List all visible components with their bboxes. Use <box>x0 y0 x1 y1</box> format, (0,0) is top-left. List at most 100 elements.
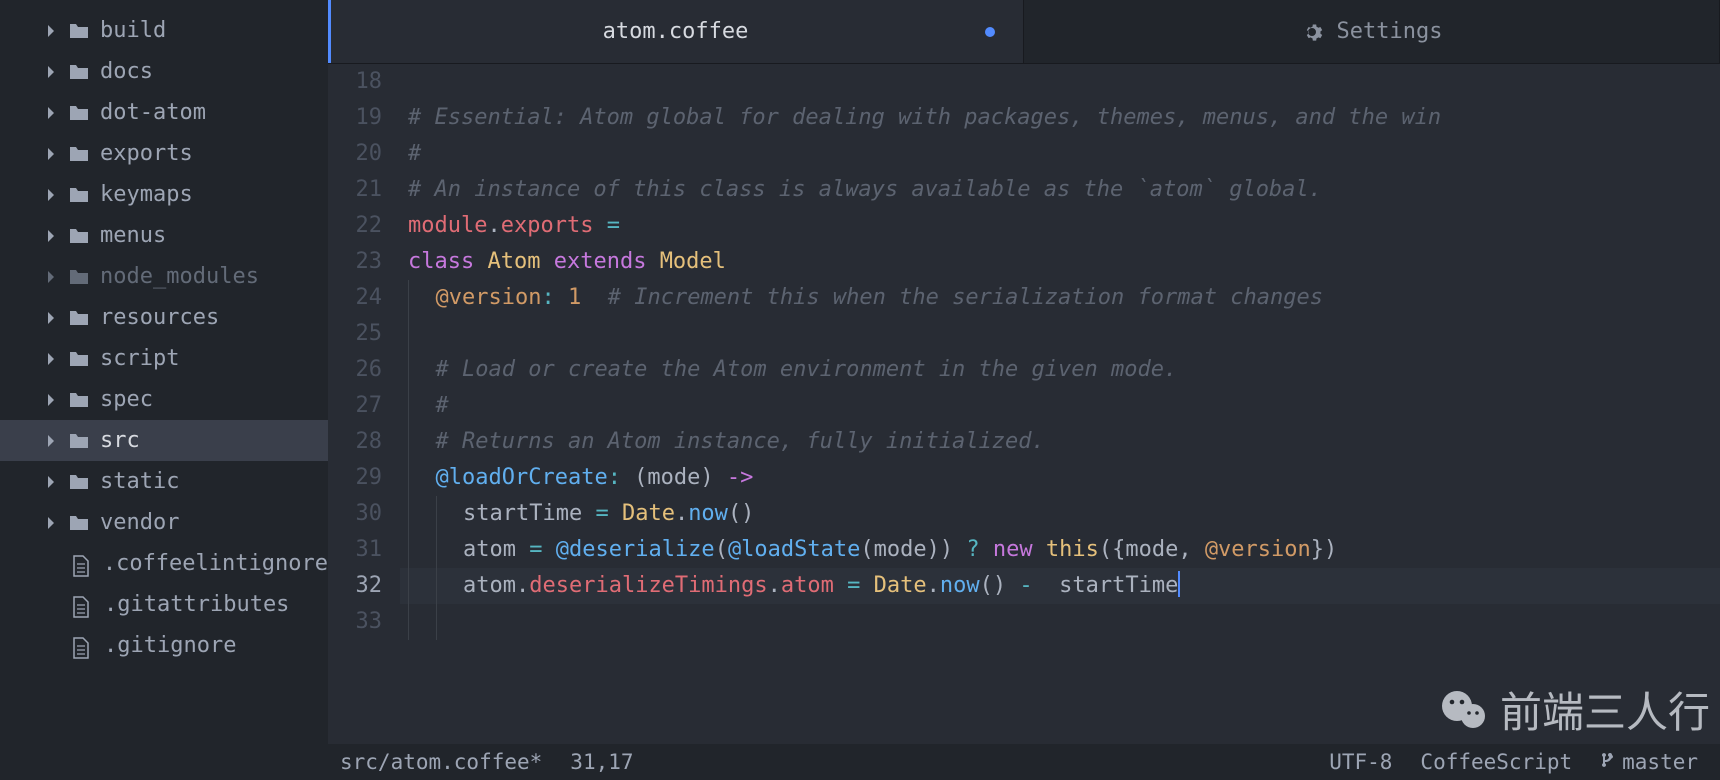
tree-folder[interactable]: build <box>0 10 328 51</box>
line-number: 25 <box>328 316 382 352</box>
tree-item-label: .gitattributes <box>104 592 289 617</box>
line-number: 33 <box>328 604 382 640</box>
tree-folder[interactable]: resources <box>0 297 328 338</box>
folder-icon <box>68 186 90 204</box>
code-line[interactable]: # Returns an Atom instance, fully initia… <box>400 424 1720 460</box>
code-line[interactable]: # <box>400 388 1720 424</box>
tree-item-label: vendor <box>100 510 179 535</box>
tree-item-label: dot-atom <box>100 100 206 125</box>
line-number: 26 <box>328 352 382 388</box>
tree-folder[interactable]: exports <box>0 133 328 174</box>
status-branch[interactable]: master <box>1600 750 1698 774</box>
tree-folder[interactable]: src <box>0 420 328 461</box>
tree-item-label: static <box>100 469 179 494</box>
modified-indicator-icon <box>985 27 995 37</box>
tab[interactable]: Settings <box>1024 0 1720 63</box>
chevron-right-icon <box>46 106 58 120</box>
tree-item-label: spec <box>100 387 153 412</box>
tree-folder[interactable]: spec <box>0 379 328 420</box>
tree-folder[interactable]: vendor <box>0 502 328 543</box>
chevron-right-icon <box>46 434 58 448</box>
code-line[interactable]: atom = @deserialize(@loadState(mode)) ? … <box>400 532 1720 568</box>
tree-item-label: menus <box>100 223 166 248</box>
code-line[interactable]: module.exports = <box>400 208 1720 244</box>
code-line[interactable]: @version: 1 # Increment this when the se… <box>400 280 1720 316</box>
tree-item-label: docs <box>100 59 153 84</box>
git-branch-icon <box>1600 751 1616 769</box>
tree-item-label: script <box>100 346 179 371</box>
code-line[interactable]: class Atom extends Model <box>400 244 1720 280</box>
chevron-right-icon <box>46 311 58 325</box>
code-line[interactable] <box>400 316 1720 352</box>
chevron-right-icon <box>46 65 58 79</box>
tree-item-label: .gitignore <box>104 633 236 658</box>
code-line[interactable]: # Essential: Atom global for dealing wit… <box>400 100 1720 136</box>
tree-folder[interactable]: dot-atom <box>0 92 328 133</box>
tree-item-label: resources <box>100 305 219 330</box>
code-line[interactable]: atom.deserializeTimings.atom = Date.now(… <box>400 568 1720 604</box>
code-line[interactable]: startTime = Date.now() <box>400 496 1720 532</box>
line-number: 20 <box>328 136 382 172</box>
tree-folder[interactable]: script <box>0 338 328 379</box>
folder-icon <box>68 350 90 368</box>
chevron-right-icon <box>46 516 58 530</box>
tree-folder[interactable]: static <box>0 461 328 502</box>
watermark: 前端三人行 <box>1438 679 1710 740</box>
tab-label: Settings <box>1337 19 1443 44</box>
line-number: 30 <box>328 496 382 532</box>
line-number: 19 <box>328 100 382 136</box>
folder-icon <box>68 145 90 163</box>
chevron-right-icon <box>46 24 58 38</box>
tree-folder[interactable]: docs <box>0 51 328 92</box>
editor[interactable]: 18192021222324252627282930313233 # Essen… <box>328 64 1720 744</box>
file-tree[interactable]: build docs dot-atom exportskeymaps menus node… <box>0 0 328 744</box>
cursor <box>1178 571 1180 597</box>
line-number: 23 <box>328 244 382 280</box>
tree-item-label: .coffeelintignore <box>103 551 328 576</box>
folder-icon <box>68 432 90 450</box>
folder-icon <box>68 227 90 245</box>
status-path: src/atom.coffee* <box>340 750 542 774</box>
file-icon <box>72 637 94 655</box>
line-number: 31 <box>328 532 382 568</box>
chevron-right-icon <box>46 270 58 284</box>
folder-icon <box>68 268 90 286</box>
folder-icon <box>68 63 90 81</box>
status-grammar[interactable]: CoffeeScript <box>1420 750 1572 774</box>
line-number: 18 <box>328 64 382 100</box>
tree-file[interactable]: .coffeelintignore <box>0 543 328 584</box>
status-encoding[interactable]: UTF-8 <box>1329 750 1392 774</box>
tree-folder[interactable]: menus <box>0 215 328 256</box>
tree-item-label: node_modules <box>100 264 259 289</box>
line-number: 29 <box>328 460 382 496</box>
tab-label: atom.coffee <box>603 19 749 44</box>
chevron-right-icon <box>46 475 58 489</box>
folder-icon <box>68 514 90 532</box>
folder-icon <box>68 473 90 491</box>
tree-folder[interactable]: keymaps <box>0 174 328 215</box>
line-number: 22 <box>328 208 382 244</box>
line-number: 27 <box>328 388 382 424</box>
code-line[interactable] <box>400 64 1720 100</box>
chevron-right-icon <box>46 147 58 161</box>
code-line[interactable]: # An instance of this class is always av… <box>400 172 1720 208</box>
tab-bar: atom.coffee Settings <box>328 0 1720 64</box>
chevron-right-icon <box>46 229 58 243</box>
tree-file[interactable]: .gitignore <box>0 625 328 666</box>
tree-folder[interactable]: node_modules <box>0 256 328 297</box>
code-line[interactable] <box>400 604 1720 640</box>
tab[interactable]: atom.coffee <box>328 0 1024 63</box>
folder-icon <box>68 104 90 122</box>
file-icon <box>72 596 94 614</box>
code-line[interactable]: # Load or create the Atom environment in… <box>400 352 1720 388</box>
code-area[interactable]: # Essential: Atom global for dealing wit… <box>400 64 1720 744</box>
tree-item-label: src <box>100 428 140 453</box>
line-number: 24 <box>328 280 382 316</box>
chevron-right-icon <box>46 393 58 407</box>
folder-icon <box>68 391 90 409</box>
folder-icon <box>68 22 90 40</box>
code-line[interactable]: @loadOrCreate: (mode) -> <box>400 460 1720 496</box>
code-line[interactable]: # <box>400 136 1720 172</box>
line-number: 21 <box>328 172 382 208</box>
tree-file[interactable]: .gitattributes <box>0 584 328 625</box>
